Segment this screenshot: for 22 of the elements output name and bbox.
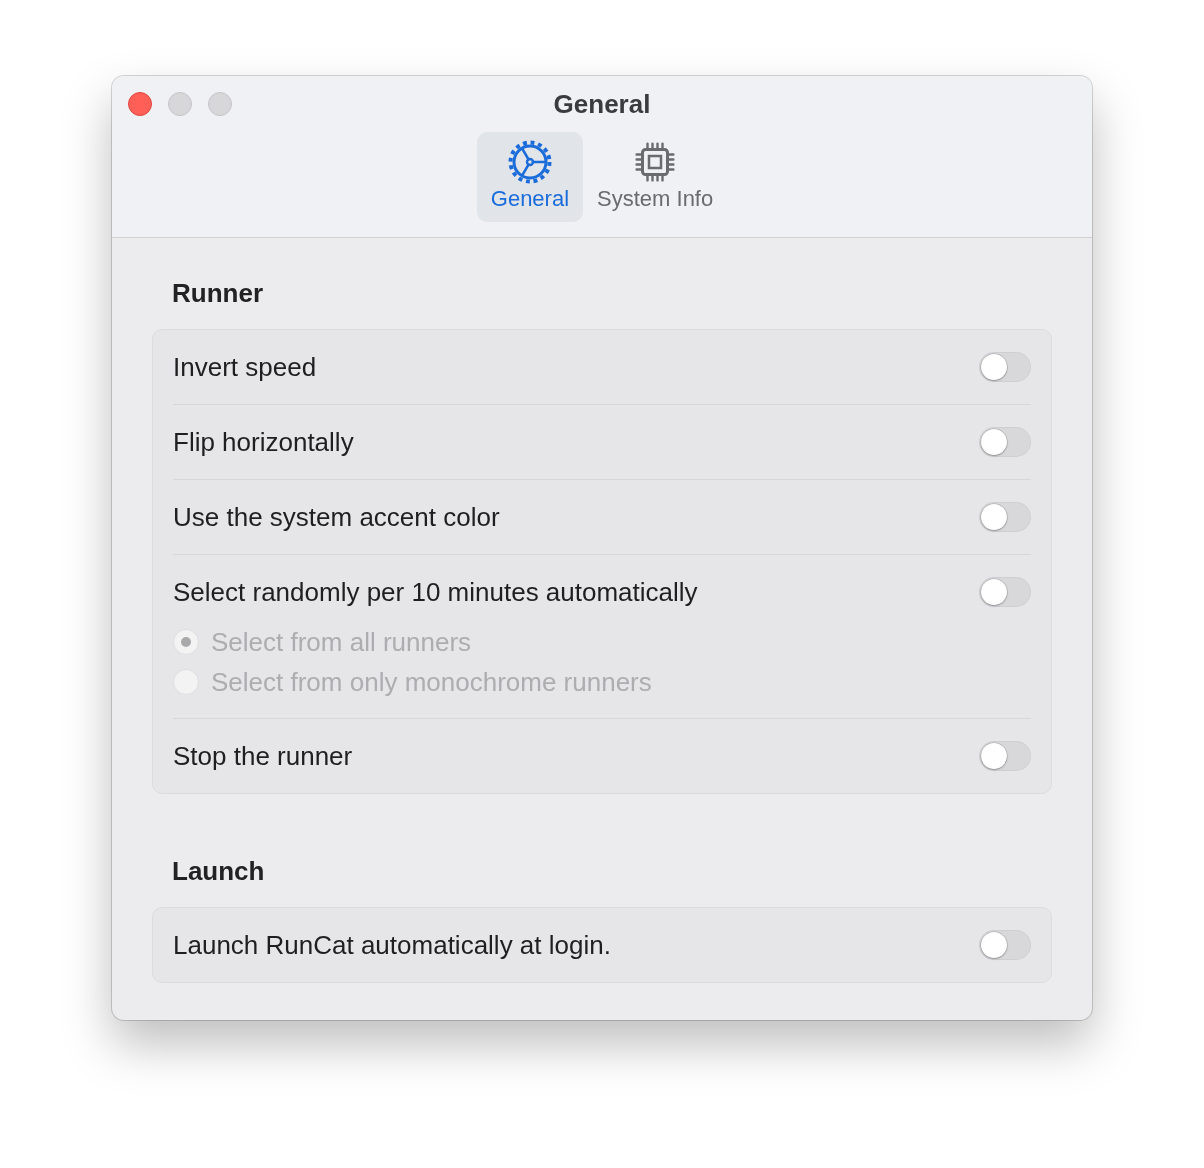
setting-label: Stop the runner	[173, 740, 353, 772]
toggle-switch[interactable]	[979, 352, 1031, 382]
radio-label: Select from only monochrome runners	[211, 666, 652, 698]
toggle-switch[interactable]	[979, 577, 1031, 607]
setting-label: Select randomly per 10 minutes automatically	[173, 576, 698, 608]
toggle-switch[interactable]	[979, 427, 1031, 457]
toggle-switch[interactable]	[979, 930, 1031, 960]
setting-label: Launch RunCat automatically at login.	[173, 929, 611, 961]
radio-label: Select from all runners	[211, 626, 472, 658]
toolbar-tab[interactable]: System Info	[583, 132, 728, 222]
setting-label: Invert speed	[173, 351, 317, 383]
setting-label: Flip horizontally	[173, 426, 354, 458]
setting-label: Use the system accent color	[173, 501, 500, 533]
close-button[interactable]	[128, 92, 152, 116]
toggle-switch[interactable]	[979, 741, 1031, 771]
window-title: General	[553, 88, 651, 120]
gear-icon	[507, 140, 552, 184]
toggle-switch[interactable]	[979, 502, 1031, 532]
section-heading: Launch	[172, 855, 266, 887]
section-heading: Runner	[172, 277, 264, 309]
chip-icon	[635, 142, 676, 182]
toolbar-tab[interactable]: General	[476, 132, 584, 222]
